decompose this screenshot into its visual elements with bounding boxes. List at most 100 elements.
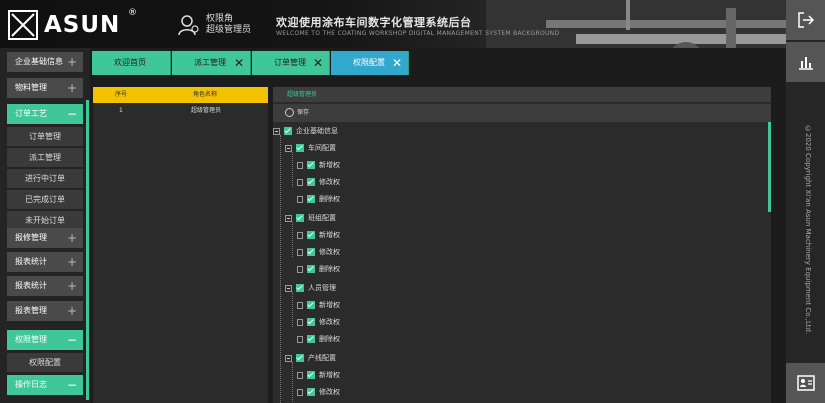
sidebar-group-report-management[interactable]: 报表管理 + <box>7 301 83 321</box>
tree-node-team-config[interactable]: 班组配置 <box>285 210 336 226</box>
leaf-icon <box>297 371 303 379</box>
tab-orders[interactable]: 订单管理 ✕ <box>252 51 330 75</box>
chart-icon <box>798 57 813 70</box>
profile-card-button[interactable] <box>786 363 825 403</box>
expand-icon: + <box>66 279 77 293</box>
tree-node-edit-permission[interactable]: 修改权 <box>297 314 340 330</box>
tree-node-add-permission[interactable]: 新增权 <box>297 227 340 243</box>
tree-node-staff-management[interactable]: 人员管理 <box>285 280 336 296</box>
sidebar-group-order-process[interactable]: 订单工艺 − <box>7 104 83 124</box>
sidebar-group-permission[interactable]: 权限管理 − <box>7 330 83 350</box>
copyright-text: ©2020 Copyright Xi'an Asun Machinery Equ… <box>804 125 812 335</box>
checkbox-checked[interactable] <box>307 265 315 273</box>
collapse-toggle-icon[interactable] <box>285 354 292 362</box>
sidebar-item-permission-config[interactable]: 权限配置 <box>7 353 83 372</box>
expand-icon: + <box>66 231 77 245</box>
tree-node-edit-permission[interactable]: 修改权 <box>297 384 340 400</box>
tree-node-add-permission[interactable]: 新增权 <box>297 157 340 173</box>
table-row[interactable]: 1 超级管理员 <box>93 103 268 119</box>
sidebar-group-repair[interactable]: 报修管理 + <box>7 228 83 248</box>
sidebar-item-dispatch[interactable]: 派工管理 <box>7 148 83 167</box>
tree-node-label: 新增权 <box>319 161 340 169</box>
sidebar-item-completed[interactable]: 已完成订单 <box>7 190 83 209</box>
tree-guide-line <box>292 362 293 402</box>
collapse-toggle-icon[interactable] <box>273 127 280 135</box>
checkbox-checked[interactable] <box>296 144 304 152</box>
tree-guide-line <box>292 222 293 257</box>
close-icon[interactable]: ✕ <box>313 51 323 75</box>
tree-node-delete-permission[interactable]: 删除权 <box>297 331 340 347</box>
close-icon[interactable]: ✕ <box>392 51 402 75</box>
tree-node-workshop-config[interactable]: 车间配置 <box>285 140 336 156</box>
save-label: 保存 <box>297 109 310 116</box>
collapse-icon: − <box>66 333 77 347</box>
tab-dispatch[interactable]: 派工管理 ✕ <box>172 51 251 75</box>
tree-node-label: 修改权 <box>319 388 340 396</box>
sidebar-item-label: 企业基础信息 <box>15 57 63 66</box>
sidebar-item-label: 物料管理 <box>15 83 47 92</box>
sidebar-group-material[interactable]: 物料管理 + <box>7 78 83 98</box>
sidebar-item-order-management[interactable]: 订单管理 <box>7 127 83 146</box>
checkbox-checked[interactable] <box>307 335 315 343</box>
sidebar-scrollbar[interactable] <box>86 100 89 400</box>
tab-welcome[interactable]: 欢迎首页 <box>92 51 171 75</box>
tree-guide-line <box>292 292 293 327</box>
tree-guide-line <box>292 152 293 187</box>
sidebar-item-in-progress[interactable]: 进行中订单 <box>7 169 83 188</box>
sidebar-group-company-info[interactable]: 企业基础信息 + <box>7 52 83 72</box>
checkbox-checked[interactable] <box>307 195 315 203</box>
tree-node-delete-permission[interactable]: 删除权 <box>297 191 340 207</box>
id-card-icon <box>796 375 815 391</box>
checkbox-checked[interactable] <box>307 178 315 186</box>
logout-button[interactable] <box>786 0 825 40</box>
sidebar-group-operation-log[interactable]: 操作日志 − <box>7 375 83 395</box>
tree-node-edit-permission[interactable]: 修改权 <box>297 174 340 190</box>
close-icon[interactable]: ✕ <box>234 51 244 75</box>
leaf-icon <box>297 388 303 396</box>
checkbox-checked[interactable] <box>307 161 315 169</box>
checkbox-checked[interactable] <box>307 318 315 326</box>
save-icon <box>285 108 294 117</box>
save-button[interactable]: 保存 <box>273 104 771 122</box>
table-header: 序号 角色名称 <box>93 87 268 103</box>
tree-node-label: 企业基础信息 <box>296 127 338 135</box>
leaf-icon <box>297 301 303 309</box>
checkbox-checked[interactable] <box>307 231 315 239</box>
sidebar-group-report-stats[interactable]: 报表统计 + <box>7 252 83 272</box>
tree-node-edit-permission[interactable]: 修改权 <box>297 244 340 260</box>
checkbox-checked[interactable] <box>307 248 315 256</box>
collapse-toggle-icon[interactable] <box>285 144 292 152</box>
collapse-toggle-icon[interactable] <box>285 214 292 222</box>
checkbox-checked[interactable] <box>296 354 304 362</box>
tree-node-add-permission[interactable]: 新增权 <box>297 367 340 383</box>
panel-scrollbar[interactable] <box>768 122 771 212</box>
tree-node-label: 人员管理 <box>308 284 336 292</box>
tree-node-label: 新增权 <box>319 371 340 379</box>
tree-node-company-info[interactable]: 企业基础信息 <box>273 123 338 139</box>
tab-permission-config[interactable]: 权限配置 ✕ <box>331 51 409 75</box>
tab-label: 权限配置 <box>353 58 385 67</box>
tree-node-line-config[interactable]: 产线配置 <box>285 350 336 366</box>
checkbox-checked[interactable] <box>307 301 315 309</box>
tree-node-label: 车间配置 <box>308 144 336 152</box>
checkbox-checked[interactable] <box>296 214 304 222</box>
cell-role: 超级管理员 <box>191 107 222 114</box>
checkbox-checked[interactable] <box>284 127 292 135</box>
sidebar-group-report-stats-2[interactable]: 报表统计 + <box>7 276 83 296</box>
collapse-toggle-icon[interactable] <box>285 284 292 292</box>
leaf-icon <box>297 161 303 169</box>
tree-node-label: 产线配置 <box>308 354 336 362</box>
registered-mark: ® <box>128 8 137 18</box>
current-user[interactable]: 权限角 超级管理员 <box>178 14 251 36</box>
statistics-button[interactable] <box>786 42 825 82</box>
tree-node-add-permission[interactable]: 新增权 <box>297 297 340 313</box>
checkbox-checked[interactable] <box>307 388 315 396</box>
tree-node-delete-permission[interactable]: 删除权 <box>297 261 340 277</box>
leaf-icon <box>297 248 303 256</box>
column-header-index: 序号 <box>115 91 128 98</box>
checkbox-checked[interactable] <box>307 371 315 379</box>
checkbox-checked[interactable] <box>296 284 304 292</box>
tab-label: 欢迎首页 <box>114 58 146 67</box>
tab-label: 订单管理 <box>274 58 306 67</box>
tree-guide-line <box>280 135 281 403</box>
